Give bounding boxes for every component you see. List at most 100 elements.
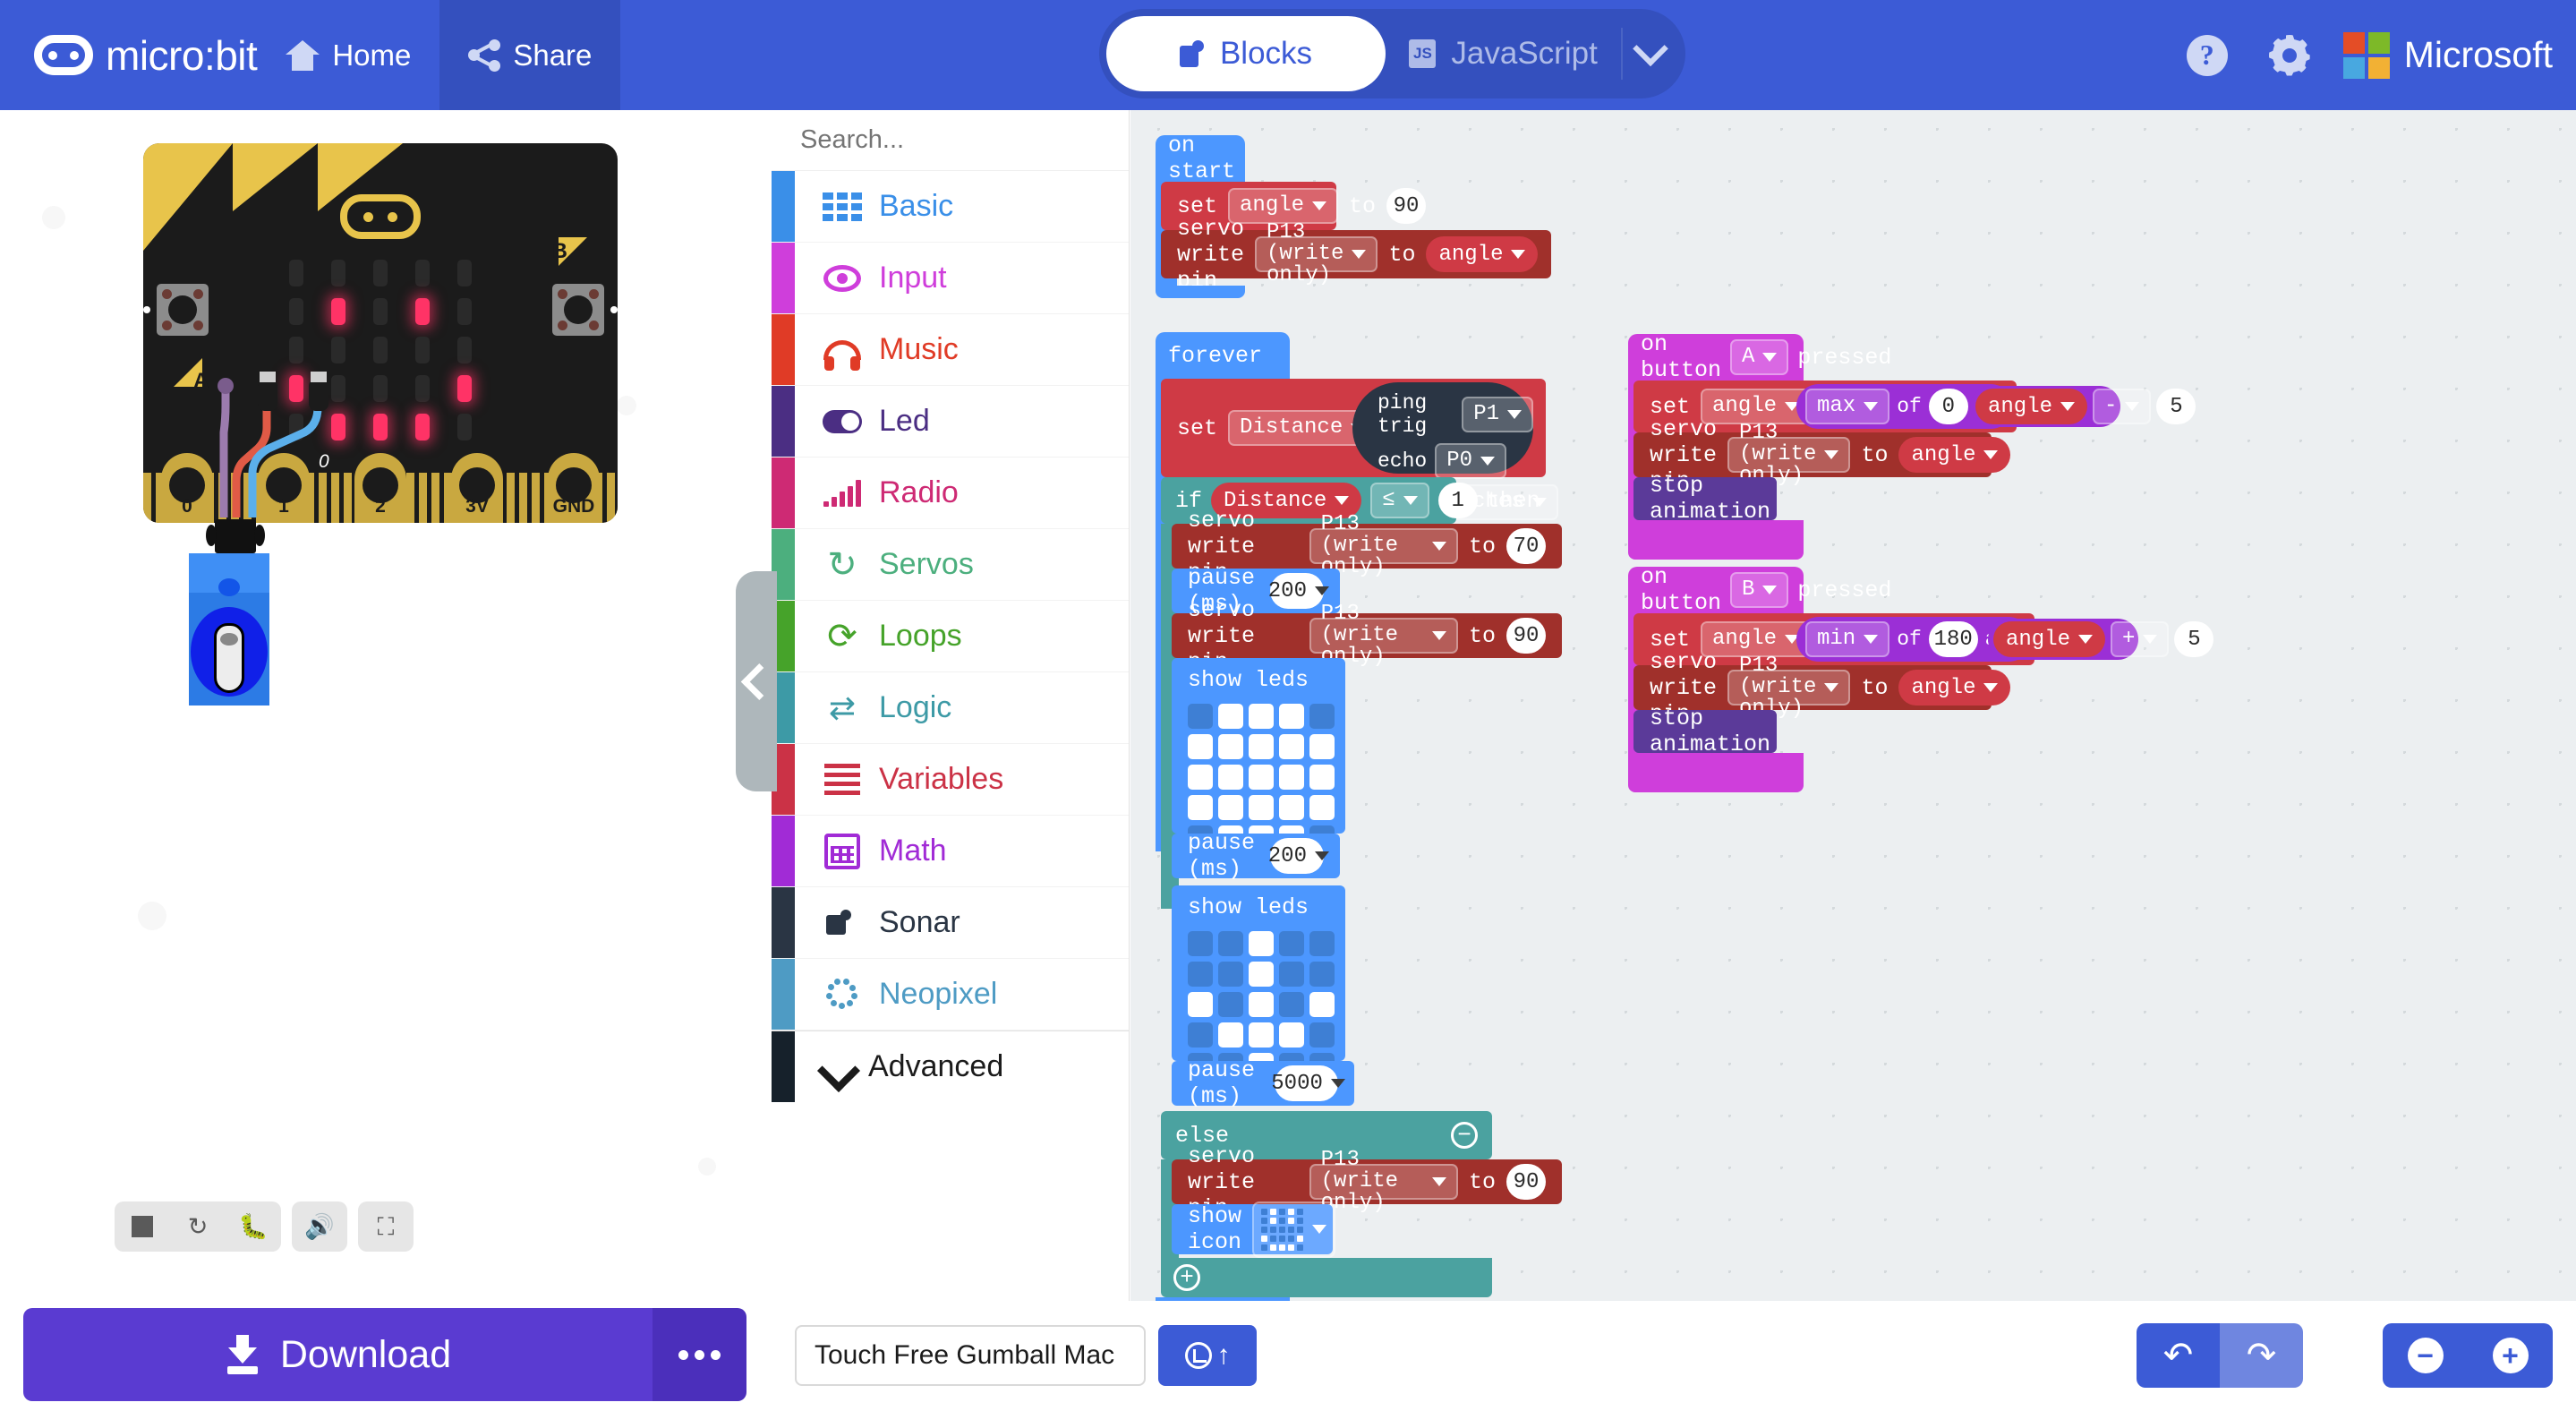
toolbox-category-sonar[interactable]: Sonar <box>772 887 1129 959</box>
toolbox-category-variables[interactable]: Variables <box>772 744 1129 816</box>
block-show-leds-2[interactable]: show leds <box>1172 885 1345 1078</box>
block-servo-write-b[interactable]: servo write pinP13 (write only)toangle <box>1633 649 2011 727</box>
servo-value-field[interactable]: 70 <box>1506 528 1546 564</box>
angle-variable[interactable]: angle <box>1993 621 2106 657</box>
blocks-workspace[interactable]: on start set angle to 90 servo write pin P13… <box>1130 110 2576 1301</box>
tab-javascript[interactable]: JS JavaScript <box>1386 16 1621 91</box>
servo-pin-dropdown[interactable]: P13 (write only) <box>1255 222 1378 286</box>
block-if-foot[interactable]: + <box>1161 1258 1492 1297</box>
block-on-button-a-hat[interactable]: on button Apressed <box>1628 331 1891 383</box>
block-servo-write-start[interactable]: servo write pin P13 (write only) to angle <box>1161 216 1551 294</box>
mute-button[interactable]: 🔊 <box>292 1201 347 1252</box>
zoom-in-button[interactable]: + <box>2492 1338 2529 1373</box>
toolbox-category-math[interactable]: Math <box>772 816 1129 887</box>
github-push-button[interactable]: ↑ <box>1158 1325 1257 1386</box>
chevron-down-icon[interactable] <box>1623 41 1678 66</box>
toolbox-category-basic[interactable]: Basic <box>772 171 1129 243</box>
collapse-simulator-handle[interactable] <box>736 571 777 791</box>
if-value-field[interactable]: 1 <box>1437 483 1478 518</box>
servo-value-variable[interactable]: angle <box>1426 236 1539 272</box>
block-on-start-hat[interactable]: on start <box>1156 133 1245 184</box>
share-button[interactable]: Share <box>439 0 621 110</box>
download-main[interactable]: Download <box>23 1308 653 1401</box>
download-more-button[interactable] <box>653 1308 746 1401</box>
mutator-expand-button[interactable]: + <box>1173 1264 1200 1291</box>
download-button[interactable]: Download <box>23 1308 746 1401</box>
block-show-icon[interactable]: show icon <box>1172 1201 1336 1258</box>
stop-button[interactable] <box>115 1201 170 1252</box>
toolbox-category-led[interactable]: Led <box>772 386 1129 458</box>
block-servo-write-a[interactable]: servo write pinP13 (write only)toangle <box>1633 416 2011 494</box>
zoom-out-button[interactable]: − <box>2407 1338 2444 1373</box>
minmax-dropdown[interactable]: min <box>1805 621 1890 657</box>
toolbox-category-radio[interactable]: Radio <box>772 458 1129 529</box>
toolbox-category-music[interactable]: Music <box>772 314 1129 386</box>
block-arith-b[interactable]: angle +5 <box>1988 619 2214 660</box>
redo-button[interactable]: ↷ <box>2220 1323 2303 1388</box>
toolbox-category-loops[interactable]: ⟳ Loops <box>772 601 1129 672</box>
board-pin-2[interactable]: 2 <box>354 453 406 523</box>
block-pause-5000[interactable]: pause (ms) 5000 <box>1172 1057 1354 1109</box>
help-button[interactable]: ? <box>2166 0 2248 110</box>
home-button[interactable]: Home <box>257 0 439 110</box>
toolbox-category-neopixel[interactable]: Neopixel <box>772 959 1129 1030</box>
set-variable-dropdown[interactable]: angle <box>1701 389 1812 424</box>
block-forever-hat[interactable]: forever <box>1156 332 1290 379</box>
search-input[interactable] <box>800 125 1138 155</box>
set-value-field[interactable]: 90 <box>1386 188 1427 224</box>
debug-button[interactable]: 🐛 <box>226 1201 281 1252</box>
angle-variable[interactable]: angle <box>1975 389 2088 424</box>
show-leds-grid-2[interactable] <box>1188 931 1345 1078</box>
block-show-leds-1[interactable]: show leds <box>1172 658 1345 851</box>
board-button-a[interactable] <box>157 284 209 336</box>
arg3-field[interactable]: 5 <box>2156 389 2196 424</box>
toolbox-category-input[interactable]: Input <box>772 243 1129 314</box>
ping-trig-dropdown[interactable]: P1 <box>1462 397 1533 432</box>
microbit-board[interactable]: A B 0 1 2 3V GND 0 <box>143 143 618 523</box>
block-on-button-b-hat[interactable]: on button Bpressed <box>1628 564 1891 616</box>
servo-pin-dropdown[interactable]: P13 (write only) <box>1727 423 1851 487</box>
show-icon-picker[interactable] <box>1252 1201 1336 1258</box>
board-button-b[interactable] <box>552 284 604 336</box>
block-arith-a[interactable]: angle -5 <box>1970 386 2196 427</box>
button-select-dropdown[interactable]: A <box>1730 339 1789 375</box>
pause-value-dropdown[interactable]: 200 <box>1268 838 1329 874</box>
operator-dropdown[interactable]: - <box>2093 389 2152 424</box>
microsoft-logo[interactable]: Microsoft <box>2331 31 2553 79</box>
arg1-field[interactable]: 0 <box>1928 389 1968 424</box>
servo-pin-dropdown[interactable]: P13 (write only) <box>1309 1150 1458 1214</box>
block-pause-200-b[interactable]: pause (ms) 200 <box>1172 830 1340 882</box>
toolbox-category-servos[interactable]: ↻ Servos <box>772 529 1129 601</box>
toolbox-advanced-row[interactable]: Advanced <box>772 1030 1129 1102</box>
servo-pin-dropdown[interactable]: P13 (write only) <box>1309 603 1458 668</box>
arg3-field[interactable]: 5 <box>2174 621 2214 657</box>
button-select-dropdown[interactable]: B <box>1730 572 1789 608</box>
board-pin-GND[interactable]: GND <box>548 453 600 523</box>
settings-button[interactable] <box>2248 0 2331 110</box>
if-operator-dropdown[interactable]: ≤ <box>1370 483 1429 518</box>
microbit-logo[interactable]: micro:bit <box>0 31 258 80</box>
echo-dropdown[interactable]: P0 <box>1435 443 1507 479</box>
board-pin-0[interactable]: 0 <box>161 453 213 523</box>
block-servo-write-90-if[interactable]: servo write pinP13 (write only)to90 <box>1172 597 1562 675</box>
block-stop-animation-b[interactable]: stop animation <box>1633 706 1777 757</box>
undo-button[interactable]: ↶ <box>2137 1323 2220 1388</box>
servo-pin-dropdown[interactable]: P13 (write only) <box>1727 655 1851 720</box>
set-variable-dropdown[interactable]: angle <box>1701 621 1812 657</box>
block-servo-write-70[interactable]: servo write pinP13 (write only)to70 <box>1172 508 1562 586</box>
block-servo-write-90-else[interactable]: servo write pinP13 (write only)to90 <box>1172 1143 1562 1221</box>
restart-button[interactable]: ↻ <box>170 1201 226 1252</box>
operator-dropdown[interactable]: + <box>2111 621 2170 657</box>
servo-value-variable[interactable]: angle <box>1898 437 2011 473</box>
servo-pin-dropdown[interactable]: P13 (write only) <box>1309 514 1458 578</box>
toolbox-category-logic[interactable]: ⇄ Logic <box>772 672 1129 744</box>
minmax-dropdown[interactable]: max <box>1805 389 1890 424</box>
fullscreen-button[interactable]: ⛶ <box>358 1201 414 1252</box>
servo-value-variable[interactable]: angle <box>1898 670 2011 706</box>
servo-value-field[interactable]: 90 <box>1506 1164 1546 1200</box>
servo-value-field[interactable]: 90 <box>1506 618 1546 654</box>
block-stop-animation-a[interactable]: stop animation <box>1633 473 1777 525</box>
servo-graphic[interactable] <box>189 553 269 706</box>
board-pin-1[interactable]: 1 <box>258 453 310 523</box>
block-sonar-ping[interactable]: ping trigP1 echoP0 unitinches <box>1352 382 1558 520</box>
